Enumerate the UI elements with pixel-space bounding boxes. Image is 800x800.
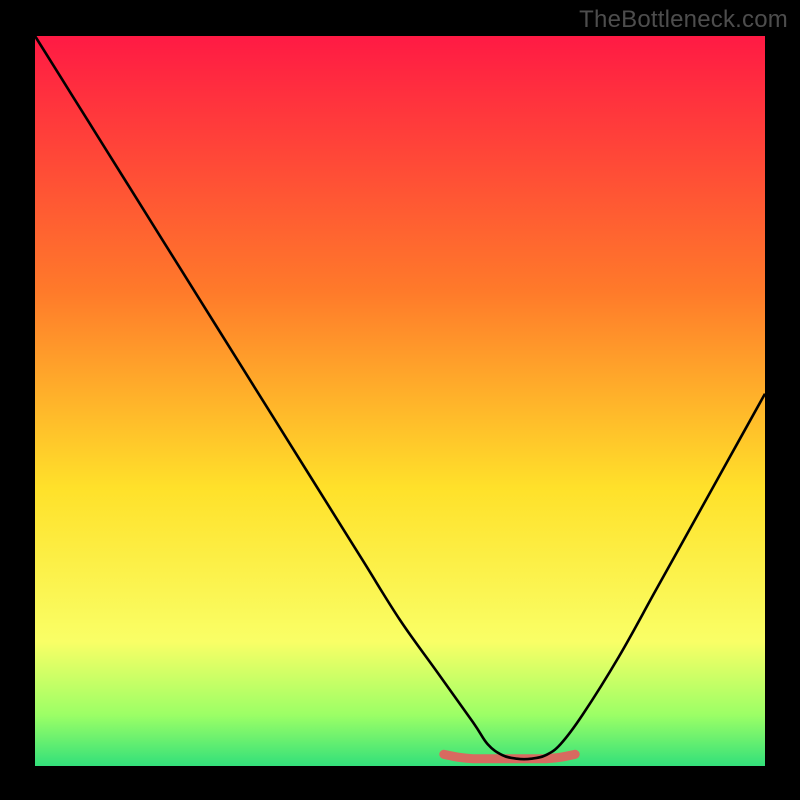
chart-frame: TheBottleneck.com xyxy=(0,0,800,800)
plot-background xyxy=(35,36,765,766)
chart-svg xyxy=(0,0,800,800)
